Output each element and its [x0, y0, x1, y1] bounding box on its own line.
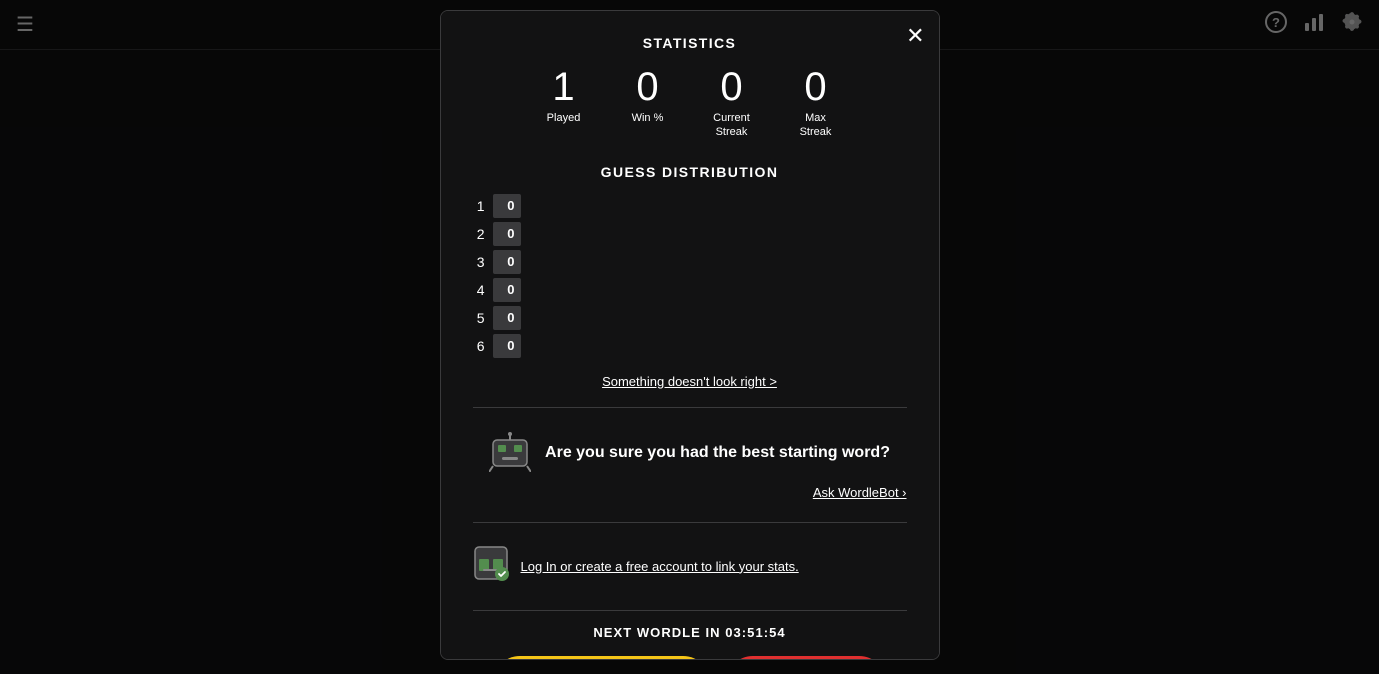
guess-row-4: 40: [473, 278, 907, 302]
guess-bar-container-1: 0: [493, 194, 907, 218]
wordlebot-section: Are you sure you had the best starting w…: [473, 422, 907, 508]
guess-distribution: 102030405060: [473, 194, 907, 358]
login-text[interactable]: Log In or create a free account to link …: [521, 559, 799, 574]
bottom-buttons: Play Spelling Bee 🐝 Share: [473, 656, 907, 660]
something-wrong-link[interactable]: Something doesn't look right >: [473, 374, 907, 389]
guess-bar-container-3: 0: [493, 250, 907, 274]
share-button[interactable]: Share: [726, 656, 886, 660]
wordlebot-icon: [489, 430, 531, 477]
guess-bar-container-5: 0: [493, 306, 907, 330]
login-section: Log In or create a free account to link …: [473, 537, 907, 596]
guess-row-3: 30: [473, 250, 907, 274]
modal-title: STATISTICS: [473, 35, 907, 51]
guess-num-6: 6: [473, 338, 485, 354]
guess-row-1: 10: [473, 194, 907, 218]
close-button[interactable]: ✕: [906, 25, 924, 47]
wordlebot-question: Are you sure you had the best starting w…: [545, 444, 890, 462]
stats-row: 1 Played 0 Win % 0 Current Streak 0 Max …: [473, 67, 907, 140]
stat-current-streak-value: 0: [720, 67, 742, 107]
guess-bar-2: 0: [493, 222, 521, 246]
stat-win-pct-value: 0: [636, 67, 658, 107]
guess-num-2: 2: [473, 226, 485, 242]
guess-num-4: 4: [473, 282, 485, 298]
divider-2: [473, 522, 907, 523]
guess-row-6: 60: [473, 334, 907, 358]
guess-num-3: 3: [473, 254, 485, 270]
stat-current-streak: 0 Current Streak: [702, 67, 762, 140]
guess-bar-container-2: 0: [493, 222, 907, 246]
modal-overlay: ✕ STATISTICS 1 Played 0 Win % 0 Current …: [0, 0, 1379, 674]
stat-win-pct: 0 Win %: [618, 67, 678, 140]
next-wordle-timer: 03:51:54: [725, 625, 785, 640]
next-wordle-label: NEXT WORDLE IN 03:51:54: [473, 625, 907, 640]
stat-played-label: Played: [547, 111, 581, 125]
stat-max-streak: 0 Max Streak: [786, 67, 846, 140]
stat-current-streak-label: Current Streak: [713, 111, 750, 140]
stat-max-streak-value: 0: [804, 67, 826, 107]
guess-bar-6: 0: [493, 334, 521, 358]
guess-row-5: 50: [473, 306, 907, 330]
guess-row-2: 20: [473, 222, 907, 246]
stat-win-pct-label: Win %: [632, 111, 664, 125]
guess-bar-3: 0: [493, 250, 521, 274]
guess-bar-container-6: 0: [493, 334, 907, 358]
guess-bar-5: 0: [493, 306, 521, 330]
wordlebot-top: Are you sure you had the best starting w…: [489, 430, 890, 477]
wordlebot-link[interactable]: Ask WordleBot ›: [813, 485, 907, 500]
divider-3: [473, 610, 907, 611]
stat-max-streak-label: Max Streak: [800, 111, 832, 140]
login-icon: [473, 545, 509, 588]
stat-played: 1 Played: [534, 67, 594, 140]
statistics-modal: ✕ STATISTICS 1 Played 0 Win % 0 Current …: [440, 10, 940, 660]
guess-num-5: 5: [473, 310, 485, 326]
spelling-bee-button[interactable]: Play Spelling Bee 🐝: [493, 656, 710, 660]
guess-bar-container-4: 0: [493, 278, 907, 302]
guess-num-1: 1: [473, 198, 485, 214]
guess-bar-1: 0: [493, 194, 521, 218]
divider-1: [473, 407, 907, 408]
guess-distribution-title: GUESS DISTRIBUTION: [473, 164, 907, 180]
guess-bar-4: 0: [493, 278, 521, 302]
stat-played-value: 1: [552, 67, 574, 107]
